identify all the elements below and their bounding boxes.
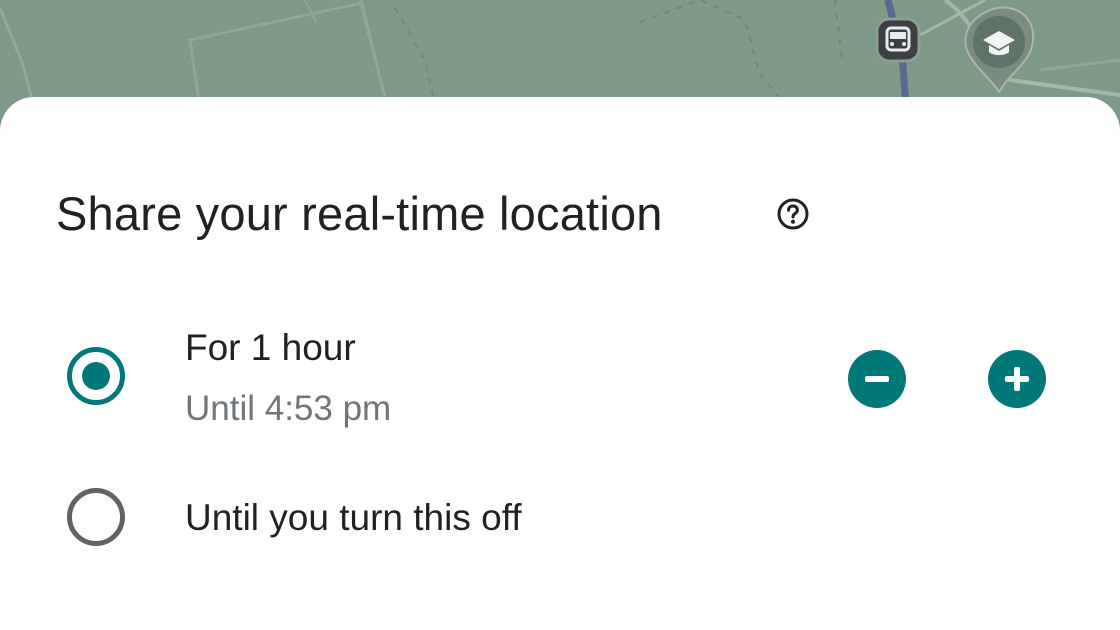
minus-circle-icon [865,376,889,382]
option-for-1-hour-label[interactable]: For 1 hour [185,326,356,370]
option-for-1-hour-sublabel: Until 4:53 pm [185,389,392,428]
help-circle-icon[interactable] [776,197,810,231]
decrease-duration-button[interactable] [848,350,906,408]
bus-icon[interactable] [875,17,921,63]
option-until-turned-off-label[interactable]: Until you turn this off [185,496,522,540]
radio-until-turned-off[interactable] [67,488,125,546]
plus-vertical-bar [1014,367,1020,391]
increase-duration-button[interactable] [988,350,1046,408]
sheet-title: Share your real-time location [56,187,663,240]
share-location-sheet [0,97,1120,630]
radio-for-1-hour[interactable] [67,347,125,405]
